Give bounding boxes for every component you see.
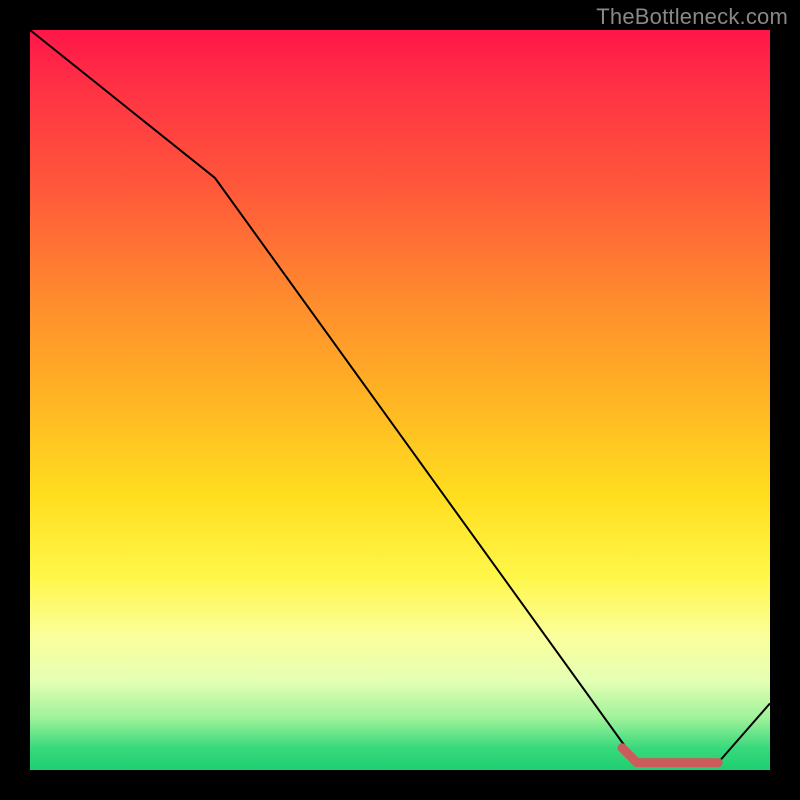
watermark-text: TheBottleneck.com	[596, 4, 788, 30]
plot-area	[30, 30, 770, 770]
chart-frame: TheBottleneck.com	[0, 0, 800, 800]
series-black-line	[30, 30, 770, 763]
chart-svg	[30, 30, 770, 770]
highlight-bottleneck-region	[622, 748, 718, 763]
